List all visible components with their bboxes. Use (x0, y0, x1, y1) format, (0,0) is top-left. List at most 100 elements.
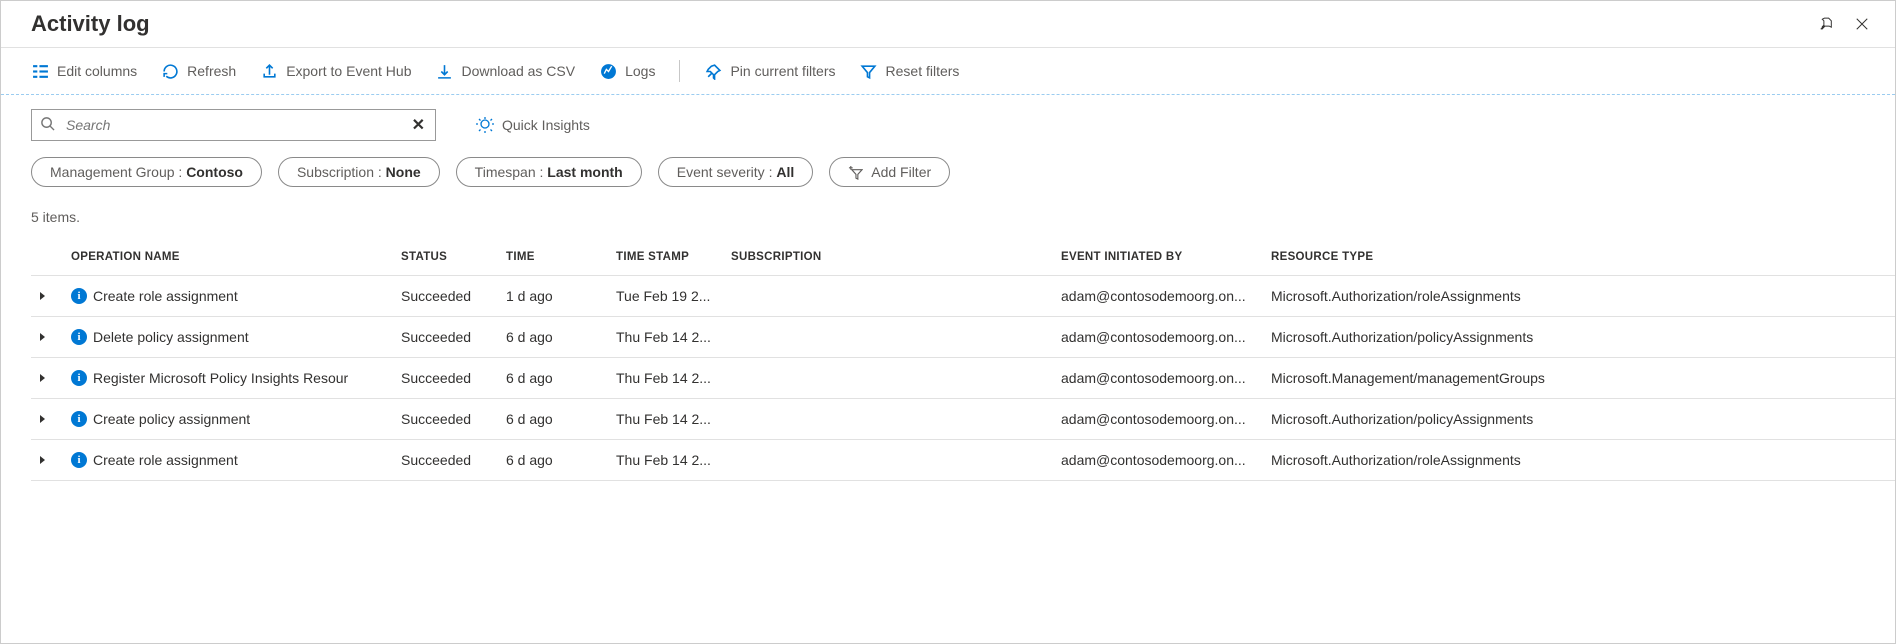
cell-resource-type: Microsoft.Authorization/policyAssignment… (1263, 317, 1895, 358)
toolbar-separator (679, 60, 680, 82)
cell-time: 6 d ago (498, 399, 608, 440)
table-row[interactable]: i Register Microsoft Policy Insights Reso… (31, 358, 1895, 399)
cell-operation: Register Microsoft Policy Insights Resou… (93, 370, 348, 386)
refresh-label: Refresh (187, 63, 236, 79)
reset-filters-button[interactable]: Reset filters (860, 62, 960, 80)
add-filter-button[interactable]: Add Filter (829, 157, 950, 187)
edit-columns-label: Edit columns (57, 63, 137, 79)
cell-subscription (723, 358, 1053, 399)
sev-value: All (776, 164, 794, 180)
cell-timestamp: Thu Feb 14 2... (608, 317, 723, 358)
add-filter-icon (848, 165, 863, 180)
activity-table: OPERATION NAME STATUS TIME TIME STAMP SU… (31, 241, 1895, 481)
cell-operation: Create role assignment (93, 288, 238, 304)
cell-subscription (723, 399, 1053, 440)
expand-chevron-icon[interactable] (39, 288, 49, 298)
cell-initiated-by: adam@contosodemoorg.on... (1061, 288, 1255, 304)
info-icon: i (71, 329, 87, 345)
refresh-button[interactable]: Refresh (161, 62, 236, 80)
download-csv-button[interactable]: Download as CSV (435, 62, 575, 80)
filter-pill-timespan[interactable]: Timespan : Last month (456, 157, 642, 187)
col-time[interactable]: TIME (498, 241, 608, 276)
table-row[interactable]: i Create policy assignment Succeeded 6 d … (31, 399, 1895, 440)
columns-icon (31, 62, 49, 80)
table-row[interactable]: i Delete policy assignment Succeeded 6 d … (31, 317, 1895, 358)
edit-columns-button[interactable]: Edit columns (31, 62, 137, 80)
cell-operation: Delete policy assignment (93, 329, 249, 345)
col-resource-type[interactable]: RESOURCE TYPE (1263, 241, 1895, 276)
logs-icon (599, 62, 617, 80)
cell-resource-type: Microsoft.Authorization/policyAssignment… (1263, 399, 1895, 440)
pin-filters-icon (704, 62, 722, 80)
logs-label: Logs (625, 63, 655, 79)
cell-status: Succeeded (393, 440, 498, 481)
table-row[interactable]: i Create role assignment Succeeded 6 d ag… (31, 440, 1895, 481)
col-initiated-by[interactable]: EVENT INITIATED BY (1053, 241, 1263, 276)
export-icon (260, 62, 278, 80)
pin-filters-button[interactable]: Pin current filters (704, 62, 835, 80)
mg-value: Contoso (186, 164, 243, 180)
pin-filters-label: Pin current filters (730, 63, 835, 79)
col-timestamp[interactable]: TIME STAMP (608, 241, 723, 276)
cell-time: 6 d ago (498, 440, 608, 481)
expand-chevron-icon[interactable] (39, 411, 49, 421)
clear-search-icon[interactable]: ✕ (412, 115, 425, 135)
pin-icon[interactable] (1817, 15, 1835, 33)
cell-timestamp: Thu Feb 14 2... (608, 399, 723, 440)
cell-status: Succeeded (393, 317, 498, 358)
reset-filters-label: Reset filters (886, 63, 960, 79)
table-row[interactable]: iCreate role assignment Succeeded 1 d ag… (31, 276, 1895, 317)
info-icon: i (71, 370, 87, 386)
lightbulb-icon (476, 116, 494, 134)
cell-operation: Create policy assignment (93, 411, 250, 427)
mg-label: Management Group : (50, 164, 182, 180)
cell-time: 1 d ago (498, 276, 608, 317)
cell-initiated-by: adam@contosodemoorg.on... (1061, 329, 1255, 345)
download-csv-label: Download as CSV (461, 63, 575, 79)
cell-resource-type: Microsoft.Authorization/roleAssignments (1263, 276, 1895, 317)
page-title: Activity log (31, 11, 150, 37)
quick-insights-label: Quick Insights (502, 117, 590, 133)
cell-status: Succeeded (393, 358, 498, 399)
cell-timestamp: Tue Feb 19 2... (608, 276, 723, 317)
ts-value: Last month (547, 164, 622, 180)
cell-initiated-by: adam@contosodemoorg.on... (1061, 452, 1255, 468)
expand-chevron-icon[interactable] (39, 329, 49, 339)
col-operation[interactable]: OPERATION NAME (63, 241, 393, 276)
cell-timestamp: Thu Feb 14 2... (608, 440, 723, 481)
cell-timestamp: Thu Feb 14 2... (608, 358, 723, 399)
item-count: 5 items. (1, 201, 1895, 241)
export-button[interactable]: Export to Event Hub (260, 62, 411, 80)
info-icon: i (71, 411, 87, 427)
filter-pill-subscription[interactable]: Subscription : None (278, 157, 440, 187)
sev-label: Event severity : (677, 164, 773, 180)
add-filter-label: Add Filter (871, 164, 931, 180)
filter-pill-severity[interactable]: Event severity : All (658, 157, 813, 187)
search-input[interactable] (66, 117, 403, 133)
ts-label: Timespan : (475, 164, 544, 180)
export-label: Export to Event Hub (286, 63, 411, 79)
expand-chevron-icon[interactable] (39, 452, 49, 462)
cell-initiated-by: adam@contosodemoorg.on... (1061, 370, 1255, 386)
quick-insights-button[interactable]: Quick Insights (476, 116, 590, 134)
cell-time: 6 d ago (498, 358, 608, 399)
search-box[interactable]: ✕ (31, 109, 436, 141)
col-subscription[interactable]: SUBSCRIPTION (723, 241, 1053, 276)
col-status[interactable]: STATUS (393, 241, 498, 276)
cell-operation: Create role assignment (93, 452, 238, 468)
refresh-icon (161, 62, 179, 80)
expand-chevron-icon[interactable] (39, 370, 49, 380)
logs-button[interactable]: Logs (599, 62, 655, 80)
info-icon: i (71, 452, 87, 468)
cell-resource-type: Microsoft.Management/managementGroups (1263, 358, 1895, 399)
search-icon (40, 116, 55, 134)
cell-status: Succeeded (393, 399, 498, 440)
cell-time: 6 d ago (498, 317, 608, 358)
info-icon: i (71, 288, 87, 304)
filter-pill-management-group[interactable]: Management Group : Contoso (31, 157, 262, 187)
cell-initiated-by: adam@contosodemoorg.on... (1061, 411, 1255, 427)
cell-subscription (723, 276, 1053, 317)
cell-subscription (723, 317, 1053, 358)
close-icon[interactable] (1853, 15, 1871, 33)
sub-value: None (386, 164, 421, 180)
